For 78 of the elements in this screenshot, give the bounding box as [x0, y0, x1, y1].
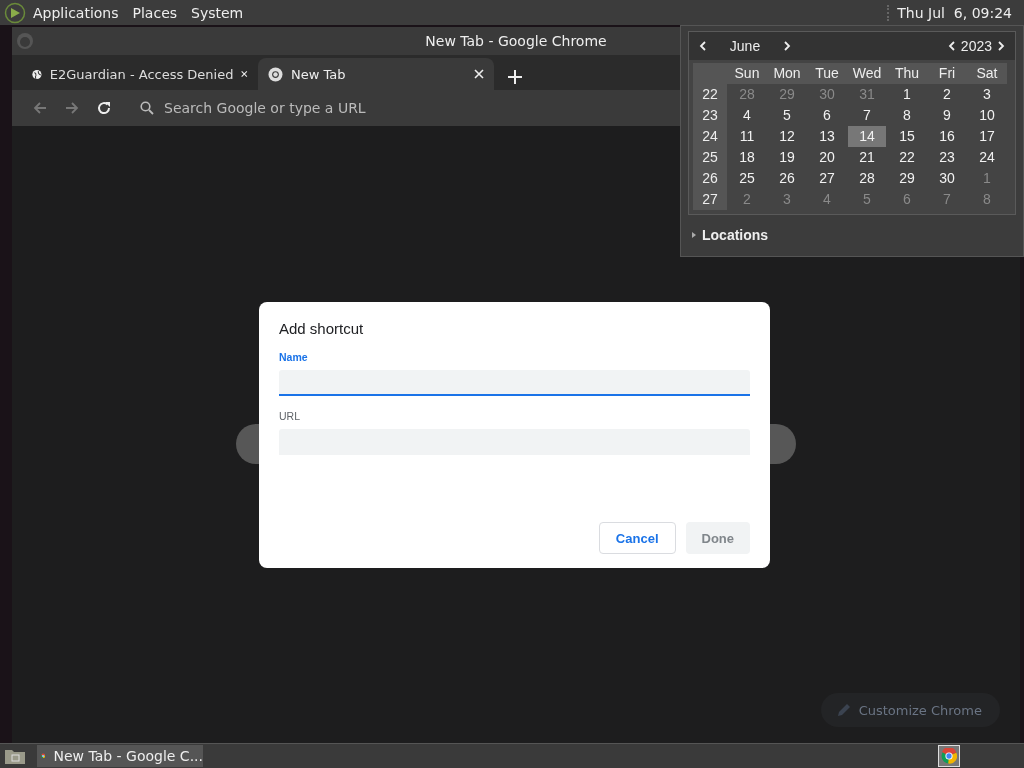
window-title: New Tab - Google Chrome: [425, 33, 607, 49]
weekday-label: Mon: [767, 63, 807, 84]
chevron-left-icon: [699, 41, 706, 51]
calendar-day[interactable]: 5: [767, 105, 807, 126]
month-label: June: [728, 38, 762, 54]
reload-icon: [96, 100, 112, 116]
calendar-day[interactable]: 10: [967, 105, 1007, 126]
calendar-day[interactable]: 24: [967, 147, 1007, 168]
calendar-day[interactable]: 6: [807, 105, 847, 126]
calendar-day[interactable]: 23: [927, 147, 967, 168]
week-number: 23: [693, 105, 727, 126]
calendar-day[interactable]: 25: [727, 168, 767, 189]
back-arrow-icon: [32, 100, 48, 116]
calendar-day[interactable]: 15: [887, 126, 927, 147]
browser-tab[interactable]: New Tab: [258, 58, 494, 90]
chrome-icon: [268, 66, 283, 82]
cancel-button[interactable]: Cancel: [598, 522, 676, 554]
dialog-title: Add shortcut: [279, 320, 364, 337]
week-number: 24: [693, 126, 727, 147]
week-number: 25: [693, 147, 727, 168]
calendar-day[interactable]: 13: [807, 126, 847, 147]
field-label: URL: [279, 410, 300, 422]
close-icon: [241, 69, 248, 79]
address-field[interactable]: Search Google or type a URL: [162, 99, 526, 117]
window-menu-icon: [16, 32, 34, 50]
calendar-day[interactable]: 2: [927, 84, 967, 105]
calendar-day[interactable]: 21: [847, 147, 887, 168]
weekday-label: Tue: [807, 63, 847, 84]
weekday-label: Thu: [887, 63, 927, 84]
calendar-day[interactable]: 9: [927, 105, 967, 126]
calendar-day[interactable]: 11: [727, 126, 767, 147]
browser-tab[interactable]: E2Guardian - Access Denied: [22, 58, 258, 90]
calendar-day[interactable]: 7: [847, 105, 887, 126]
weekday-label: Fri: [927, 63, 967, 84]
calendar-day[interactable]: 29: [887, 168, 927, 189]
calendar-day[interactable]: 27: [807, 168, 847, 189]
calendar-day[interactable]: 26: [767, 168, 807, 189]
weekday-label: Sat: [967, 63, 1007, 84]
week-number: 27: [693, 189, 727, 210]
launcher-icon: [4, 1, 26, 24]
calendar-day[interactable]: 14: [848, 126, 886, 147]
menu-item[interactable]: System: [184, 4, 251, 21]
calendar-day[interactable]: 22: [887, 147, 927, 168]
chevron-right-icon: [998, 41, 1005, 51]
calendar-day[interactable]: 3: [967, 84, 1007, 105]
calendar-day[interactable]: 4: [727, 105, 767, 126]
chrome-icon: [941, 748, 957, 764]
calendar-day[interactable]: 1: [887, 84, 927, 105]
calendar-day[interactable]: 17: [967, 126, 1007, 147]
input-field[interactable]: [279, 370, 750, 396]
weekday-label: Sun: [727, 63, 767, 84]
calendar-day[interactable]: 18: [727, 147, 767, 168]
chevron-left-icon: [947, 41, 955, 51]
calendar-day[interactable]: 12: [767, 126, 807, 147]
tray-button[interactable]: [938, 745, 960, 767]
locations-expander[interactable]: Locations: [702, 227, 769, 243]
field-label: Name: [279, 351, 308, 363]
plus-icon: [508, 70, 522, 84]
calendar-day[interactable]: 8: [887, 105, 927, 126]
taskbar-button[interactable]: New Tab - Google C...: [37, 745, 203, 767]
calendar-day[interactable]: 20: [807, 147, 847, 168]
calendar-day[interactable]: 30: [927, 168, 967, 189]
week-number: 26: [693, 168, 727, 189]
menu-item[interactable]: Places: [125, 4, 185, 21]
expander-icon: [692, 232, 696, 238]
calendar-day[interactable]: 16: [927, 126, 967, 147]
chevron-right-icon: [784, 41, 791, 51]
calendar-day[interactable]: 19: [767, 147, 807, 168]
week-number: 22: [693, 84, 727, 105]
pencil-icon: [836, 703, 851, 717]
weekday-label: Wed: [847, 63, 887, 84]
search-icon: [140, 101, 154, 115]
year-label: 2023: [959, 38, 993, 54]
clock[interactable]: Thu Jul 6, 09:24: [887, 4, 1018, 21]
close-icon: [474, 69, 484, 79]
calendar-day[interactable]: 28: [847, 168, 887, 189]
menu-item[interactable]: Applications: [26, 4, 126, 21]
forward-arrow-icon: [64, 100, 80, 116]
